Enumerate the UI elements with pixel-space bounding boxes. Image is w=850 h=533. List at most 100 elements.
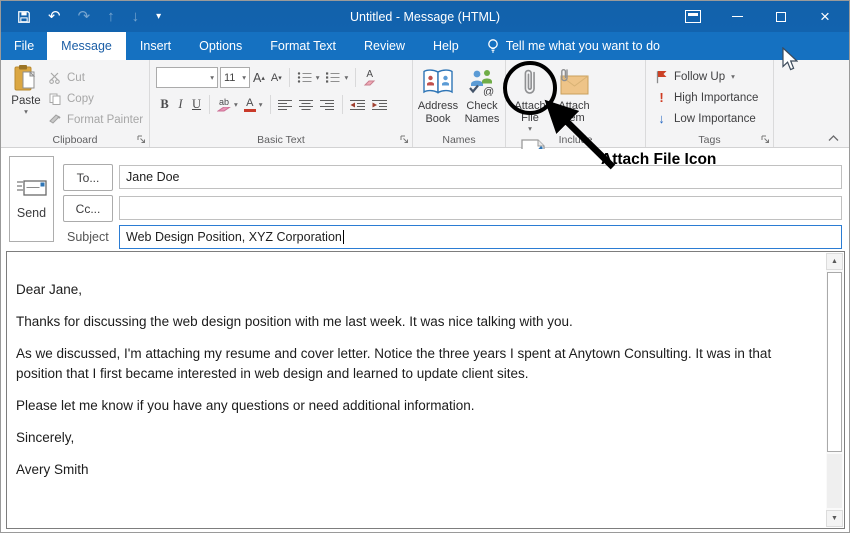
bullets-button[interactable]: ▾ bbox=[294, 67, 323, 88]
cut-button[interactable]: Cut bbox=[49, 67, 143, 88]
clear-formatting-button[interactable]: A bbox=[360, 67, 379, 88]
highlight-dropdown-icon: ▾ bbox=[234, 99, 238, 109]
numbering-button[interactable]: ▾ bbox=[322, 67, 351, 88]
qat-customize-icon[interactable]: ▾ bbox=[156, 11, 161, 22]
minimize-icon bbox=[731, 15, 743, 18]
minimize-button[interactable] bbox=[715, 1, 759, 32]
align-center-button[interactable] bbox=[296, 94, 317, 115]
copy-button[interactable]: Copy bbox=[49, 88, 143, 109]
divider bbox=[209, 95, 210, 114]
attach-item-icon bbox=[558, 64, 590, 100]
quick-access-toolbar: ↶ ↷ ↑ ↓ ▾ bbox=[17, 1, 161, 32]
clear-formatting-icon: A bbox=[363, 69, 376, 86]
increase-indent-button[interactable] bbox=[369, 94, 391, 115]
attach-file-button[interactable]: Attach File ▾ bbox=[508, 60, 552, 132]
scrollbar-thumb[interactable] bbox=[827, 272, 842, 452]
grow-font-button[interactable]: A ▴ bbox=[250, 67, 268, 88]
align-right-button[interactable] bbox=[317, 94, 338, 115]
high-importance-button[interactable]: ! High Importance bbox=[655, 87, 773, 108]
paste-icon bbox=[13, 64, 39, 92]
lightbulb-icon bbox=[487, 38, 499, 54]
maximize-button[interactable] bbox=[759, 1, 803, 32]
tell-me-box[interactable]: Tell me what you want to do bbox=[487, 32, 660, 60]
paste-label: Paste bbox=[11, 95, 41, 107]
font-family-dropdown-icon: ▾ bbox=[210, 72, 214, 82]
paste-button[interactable]: Paste ▾ bbox=[6, 64, 46, 130]
format-painter-button[interactable]: Format Painter bbox=[49, 109, 143, 130]
ribbon-display-options-button[interactable] bbox=[671, 1, 715, 32]
attach-file-dropdown-icon: ▾ bbox=[528, 123, 532, 133]
message-body[interactable]: Dear Jane, Thanks for discussing the web… bbox=[6, 251, 845, 529]
tab-options[interactable]: Options bbox=[185, 32, 256, 60]
clipboard-dialog-launcher-icon[interactable] bbox=[137, 135, 146, 144]
vertical-scrollbar[interactable]: ▲ ▼ bbox=[826, 253, 843, 527]
cc-button[interactable]: Cc... bbox=[63, 195, 113, 222]
align-left-button[interactable] bbox=[275, 94, 296, 115]
tags-dialog-launcher-icon[interactable] bbox=[761, 135, 770, 144]
body-paragraph: Thanks for discussing the web design pos… bbox=[16, 314, 573, 329]
tab-help[interactable]: Help bbox=[419, 32, 473, 60]
paste-dropdown-icon: ▾ bbox=[24, 107, 28, 116]
address-book-label: Address Book bbox=[417, 100, 459, 125]
cc-field[interactable] bbox=[119, 196, 842, 220]
align-right-icon bbox=[319, 99, 335, 111]
numbering-icon bbox=[325, 71, 341, 84]
decrease-indent-button[interactable] bbox=[347, 94, 369, 115]
copy-icon bbox=[49, 93, 62, 105]
tab-insert[interactable]: Insert bbox=[126, 32, 185, 60]
close-button[interactable]: × bbox=[803, 1, 847, 32]
address-book-button[interactable]: Address Book bbox=[416, 60, 460, 132]
align-center-icon bbox=[298, 99, 314, 111]
basic-text-dialog-launcher-icon[interactable] bbox=[400, 135, 409, 144]
tab-message[interactable]: Message bbox=[47, 32, 126, 60]
close-icon: × bbox=[820, 7, 830, 26]
subject-field[interactable]: Web Design Position, XYZ Corporation bbox=[119, 225, 842, 249]
scroll-up-button[interactable]: ▲ bbox=[826, 253, 843, 270]
font-size-dropdown-icon: ▾ bbox=[242, 72, 246, 82]
divider bbox=[341, 95, 343, 114]
low-importance-button[interactable]: ↓ Low Importance bbox=[655, 108, 773, 129]
annotation-label: Attach File Icon bbox=[601, 151, 717, 168]
address-book-icon bbox=[422, 64, 454, 100]
bold-button[interactable]: B bbox=[156, 94, 173, 115]
font-family-select[interactable]: ▾ bbox=[156, 67, 218, 88]
follow-up-button[interactable]: Follow Up ▾ bbox=[655, 66, 773, 87]
check-names-button[interactable]: @ Check Names bbox=[460, 60, 504, 132]
underline-button[interactable]: U bbox=[188, 94, 205, 115]
save-icon[interactable] bbox=[17, 10, 31, 24]
collapse-ribbon-icon[interactable] bbox=[828, 135, 839, 142]
font-size-select[interactable]: 11 ▾ bbox=[220, 67, 250, 88]
clipboard-stack: Cut Copy Format Painter bbox=[49, 67, 143, 130]
tab-review[interactable]: Review bbox=[350, 32, 419, 60]
tab-file[interactable]: File bbox=[1, 32, 47, 60]
divider bbox=[269, 95, 271, 114]
grow-font-arrow-icon: ▴ bbox=[261, 74, 265, 82]
copy-label: Copy bbox=[67, 92, 94, 105]
ribbon-spacer bbox=[774, 60, 849, 147]
scroll-down-button[interactable]: ▼ bbox=[826, 510, 843, 527]
to-button[interactable]: To... bbox=[63, 164, 113, 191]
outlook-message-window: ↶ ↷ ↑ ↓ ▾ Untitled - Message (HTML) × Fi… bbox=[0, 0, 850, 533]
undo-icon[interactable]: ↶ bbox=[48, 9, 61, 24]
font-color-button[interactable]: A ▾ bbox=[241, 94, 266, 115]
to-field[interactable]: Jane Doe bbox=[119, 165, 842, 189]
text-cursor bbox=[342, 230, 345, 244]
redo-icon: ↷ bbox=[77, 8, 91, 25]
low-importance-label: Low Importance bbox=[674, 112, 756, 125]
tab-format-text[interactable]: Format Text bbox=[256, 32, 350, 60]
basic-text-group-label: Basic Text bbox=[257, 134, 305, 146]
follow-up-label: Follow Up bbox=[674, 70, 726, 83]
scrollbar-track[interactable] bbox=[827, 454, 842, 508]
include-group: Attach File ▾ Attach Item ▾ Include bbox=[506, 60, 646, 192]
text-highlight-button[interactable]: ab ▾ bbox=[214, 94, 241, 115]
body-paragraph: Please let me know if you have any quest… bbox=[16, 398, 475, 413]
italic-button[interactable]: I bbox=[173, 94, 188, 115]
ribbon-display-options-icon bbox=[685, 10, 701, 23]
message-body-text[interactable]: Dear Jane, Thanks for discussing the web… bbox=[7, 252, 826, 528]
svg-text:@: @ bbox=[483, 86, 494, 96]
message-header: Send To... Jane Doe Cc... Subject Web De… bbox=[1, 149, 849, 251]
divider bbox=[355, 68, 357, 87]
attach-item-button[interactable]: Attach Item ▾ bbox=[552, 60, 596, 132]
send-button[interactable]: Send bbox=[9, 156, 54, 242]
shrink-font-button[interactable]: A ▾ bbox=[268, 67, 285, 88]
